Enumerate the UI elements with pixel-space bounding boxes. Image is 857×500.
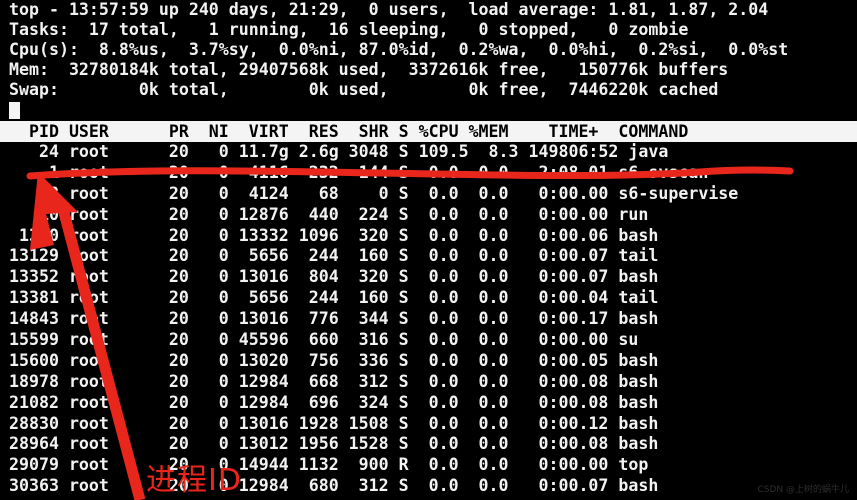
watermark-text: CSDN @上树的蜗牛儿 [757,485,849,495]
table-row: 28964 root 20 0 13012 1956 1528 S 0.0 0.… [9,434,659,454]
process-table-body: 24 root 20 0 11.7g 2.6g 3048 S 109.5 8.3… [0,142,857,497]
table-row: 21082 root 20 0 12984 696 324 S 0.0 0.0 … [9,392,659,412]
table-row: 10 root 20 0 12876 440 224 S 0.0 0.0 0:0… [9,204,649,224]
uptime-line: top - 13:57:59 up 240 days, 21:29, 0 use… [9,0,769,19]
table-row: 24 root 20 0 11.7g 2.6g 3048 S 109.5 8.3… [9,142,669,161]
table-row: 30363 root 20 0 12984 680 312 S 0.0 0.0 … [9,476,659,496]
terminal-output: top - 13:57:59 up 240 days, 21:29, 0 use… [0,0,857,500]
table-row: 1 root 20 0 4116 232 144 S 0.0 0.0 2:08.… [9,162,709,182]
process-table-header: PID USER PR NI VIRT RES SHR S %CPU %MEM … [0,121,857,142]
terminal-cursor [9,102,20,119]
table-row: 18978 root 20 0 12984 668 312 S 0.0 0.0 … [9,371,659,391]
tasks-line: Tasks: 17 total, 1 running, 16 sleeping,… [9,20,689,39]
table-row: 15599 root 20 0 45596 660 316 S 0.0 0.0 … [9,330,639,350]
table-row: 1310 root 20 0 13332 1096 320 S 0.0 0.0 … [9,225,659,245]
table-row: 8 root 20 0 4124 68 0 S 0.0 0.0 0:00.00 … [9,183,739,203]
table-row: 13352 root 20 0 13016 804 320 S 0.0 0.0 … [9,267,659,287]
top-summary-block: top - 13:57:59 up 240 days, 21:29, 0 use… [0,0,857,100]
table-row: 28830 root 20 0 13016 1928 1508 S 0.0 0.… [9,413,659,433]
terminal-screenshot: top - 13:57:59 up 240 days, 21:29, 0 use… [0,0,857,500]
table-row: 29079 root 20 0 14944 1132 900 R 0.0 0.0… [9,455,649,475]
table-row: 13381 root 20 0 5656 244 160 S 0.0 0.0 0… [9,288,659,308]
table-row: 15600 root 20 0 13020 756 336 S 0.0 0.0 … [9,350,659,370]
annotation-label: 进程ID [146,463,242,498]
cursor-line [0,100,857,120]
table-row: 13129 root 20 0 5656 244 160 S 0.0 0.0 0… [9,246,659,266]
table-row: 14843 root 20 0 13016 776 344 S 0.0 0.0 … [9,309,659,329]
mem-line: Mem: 32780184k total, 29407568k used, 33… [9,60,729,79]
swap-line: Swap: 0k total, 0k used, 0k free, 744622… [9,80,719,99]
cpu-line: Cpu(s): 8.8%us, 3.7%sy, 0.0%ni, 87.0%id,… [9,40,789,59]
